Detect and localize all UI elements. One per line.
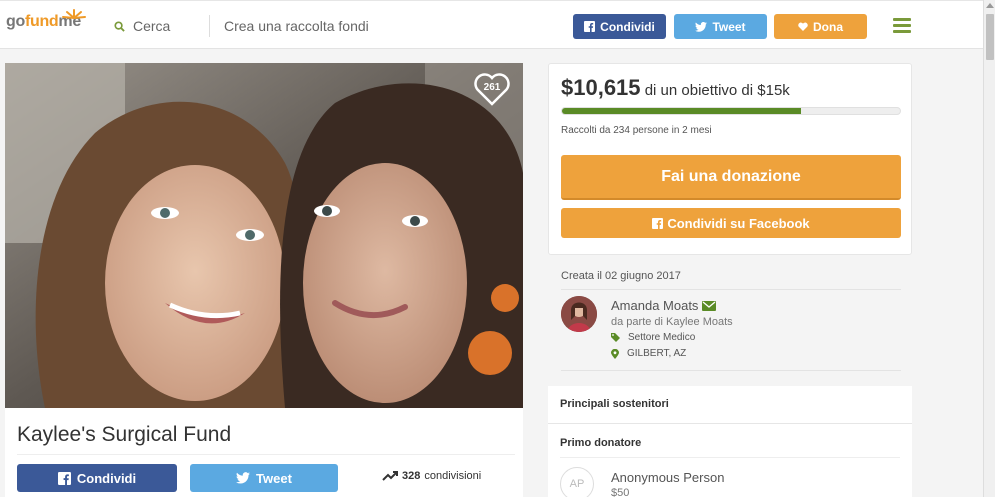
share-on-facebook-button[interactable]: Condividi su Facebook [561, 208, 901, 238]
campaign-title-card: Kaylee's Surgical Fund Condividi Tweet 3… [5, 408, 523, 497]
divider [560, 457, 900, 458]
raised-summary: $10,615 di un obiettivo di $15k [561, 75, 790, 101]
scrollbar-thumb[interactable] [986, 14, 994, 60]
search-button[interactable]: Cerca [114, 18, 170, 34]
facebook-icon [584, 21, 596, 32]
donor-name: Anonymous Person [611, 470, 725, 485]
top-navbar: gofundme Cerca Crea una raccolta fondi C… [0, 0, 983, 49]
title-divider [17, 454, 515, 455]
scroll-up-arrow-icon[interactable] [986, 3, 994, 8]
campaign-photo [5, 63, 523, 408]
envelope-icon[interactable] [702, 300, 717, 311]
organizer-avatar-image [561, 296, 597, 332]
top-supporters-heading: Principali sostenitori [560, 398, 669, 410]
facebook-share-button[interactable]: Condividi [17, 464, 177, 492]
facebook-icon [57, 471, 71, 485]
donor-amount: $50 [611, 487, 630, 497]
category-row[interactable]: Settore Medico [611, 332, 695, 343]
raised-amount: $10,615 [561, 75, 641, 100]
donate-now-button[interactable]: Fai una donazione [561, 155, 901, 200]
progress-bar [561, 107, 901, 115]
page-scrollbar[interactable] [983, 0, 995, 497]
hamburger-menu-icon[interactable] [893, 18, 911, 33]
search-icon [114, 20, 125, 32]
tag-icon [611, 333, 620, 342]
divider [561, 289, 901, 290]
favorite-heart-badge[interactable]: 261 [473, 72, 511, 106]
logo-sun-icon [62, 9, 86, 19]
donation-card: $10,615 di un obiettivo di $15k Raccolti… [548, 63, 912, 255]
shares-count: 328 condivisioni [382, 470, 481, 482]
start-fundraiser-link[interactable]: Crea una raccolta fondi [224, 18, 369, 34]
header-divider [209, 15, 210, 37]
twitter-icon [695, 21, 708, 32]
campaign-photo-image [5, 63, 523, 408]
top-supporters-header: Principali sostenitori [548, 386, 912, 424]
location-label: GILBERT, AZ [627, 348, 687, 359]
organizer-name-row[interactable]: Amanda Moats [611, 298, 717, 313]
tweet-button[interactable]: Tweet [190, 464, 338, 492]
organizer-name[interactable]: Amanda Moats [611, 298, 698, 313]
twitter-icon [236, 472, 251, 484]
trending-up-icon [382, 471, 398, 481]
donor-avatar: AP [560, 467, 594, 497]
header-tweet-button[interactable]: Tweet [674, 14, 767, 39]
search-label: Cerca [133, 18, 171, 34]
on-behalf-of: da parte di Kaylee Moats [611, 316, 733, 328]
map-pin-icon [611, 348, 619, 359]
heart-icon [798, 22, 808, 31]
first-donor-card: Primo donatore AP Anonymous Person $50 [548, 424, 912, 497]
campaign-title: Kaylee's Surgical Fund [17, 423, 232, 446]
heart-count: 261 [483, 82, 501, 93]
organizer-avatar[interactable] [561, 296, 597, 332]
facebook-icon [652, 217, 664, 229]
header-donate-button[interactable]: Dona [774, 14, 867, 39]
location-row: GILBERT, AZ [611, 348, 686, 359]
category-label[interactable]: Settore Medico [628, 332, 695, 343]
first-donor-label: Primo donatore [560, 437, 642, 449]
raised-by-text: Raccolti da 234 persone in 2 mesi [561, 125, 712, 136]
header-facebook-share-button[interactable]: Condividi [573, 14, 666, 39]
divider [561, 370, 901, 371]
created-date: Creata il 02 giugno 2017 [561, 270, 681, 282]
goal-text: di un obiettivo di $15k [644, 82, 790, 99]
progress-fill [562, 108, 802, 114]
